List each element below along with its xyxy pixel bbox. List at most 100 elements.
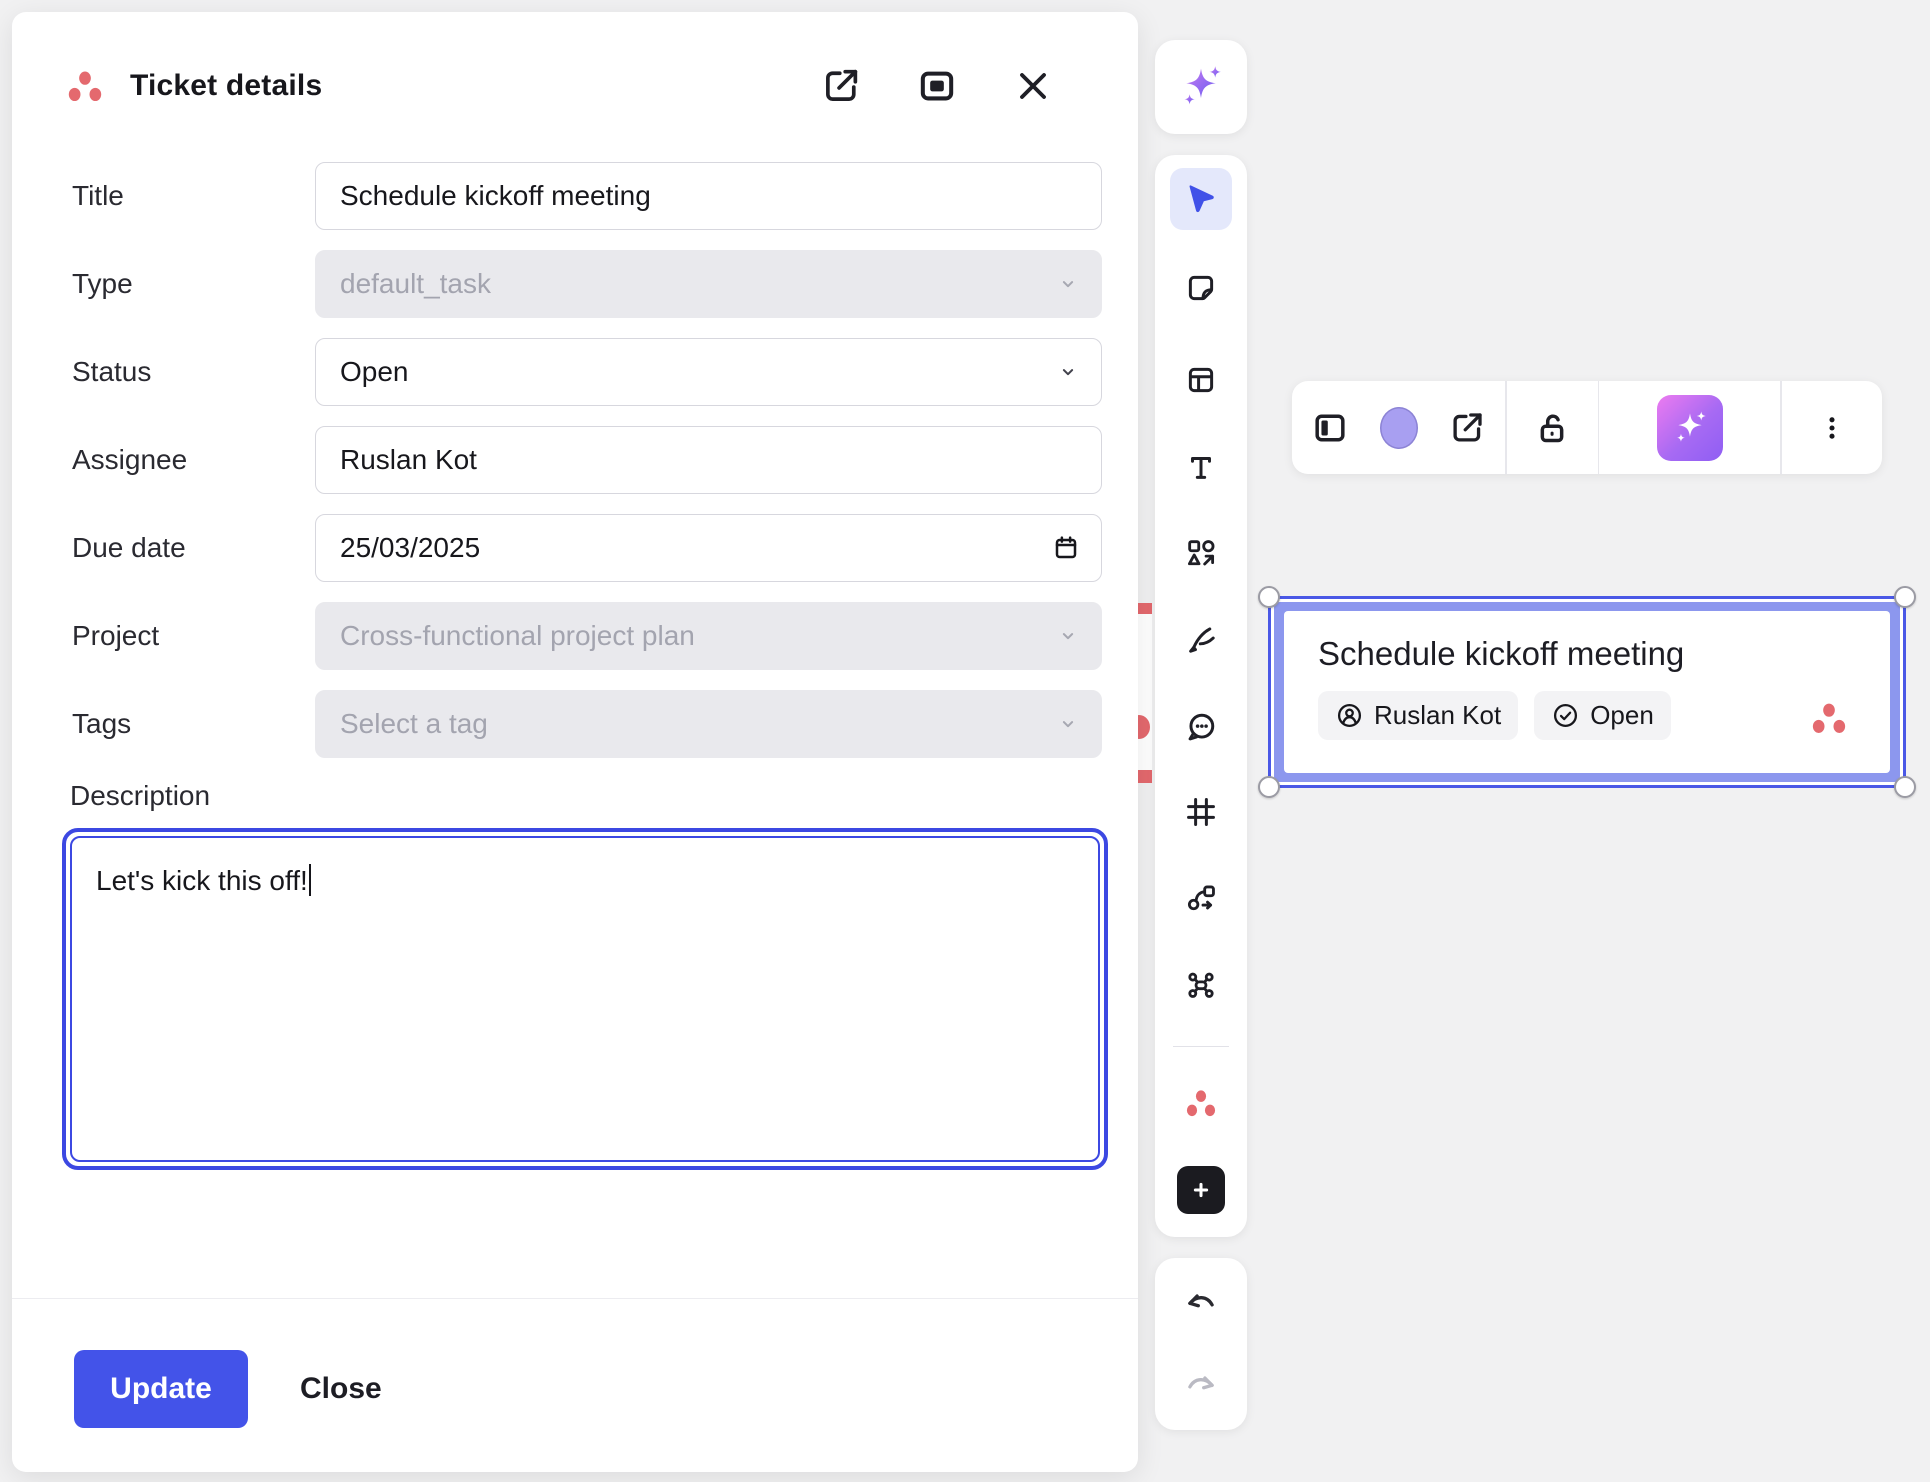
assignee-chip-label: Ruslan Kot	[1374, 700, 1501, 731]
selection-handle-bottom-right[interactable]	[1894, 776, 1916, 798]
open-external-button[interactable]	[820, 65, 862, 107]
undo-button[interactable]	[1170, 1274, 1232, 1336]
unlock-button[interactable]	[1522, 398, 1582, 458]
field-label: Status	[72, 356, 315, 388]
node-graph-icon	[1184, 968, 1218, 1002]
tool-text[interactable]	[1170, 437, 1232, 499]
form-row-due-date: Due date 25/03/2025	[72, 514, 1102, 582]
more-options-button[interactable]	[1802, 398, 1862, 458]
focus-square-icon	[916, 65, 958, 107]
external-link-icon	[1448, 409, 1486, 447]
field-label: Tags	[72, 708, 315, 740]
sticky-note-icon	[1184, 271, 1218, 305]
tool-sticky-note[interactable]	[1170, 257, 1232, 319]
add-plugin-button[interactable]	[1177, 1166, 1225, 1214]
focus-square-button[interactable]	[916, 65, 958, 107]
form-row-assignee: Assignee Ruslan Kot	[72, 426, 1102, 494]
tool-connector[interactable]	[1170, 867, 1232, 929]
asana-logo	[62, 64, 108, 108]
chip-row: Ruslan Kot Open	[1318, 691, 1856, 740]
footer-divider	[12, 1298, 1138, 1299]
panel-left-icon	[1311, 409, 1349, 447]
context-group-ai	[1599, 381, 1780, 474]
update-button[interactable]: Update	[74, 1350, 248, 1428]
tool-node-graph[interactable]	[1170, 954, 1232, 1016]
status-chip: Open	[1534, 691, 1671, 740]
title-value: Schedule kickoff meeting	[340, 180, 651, 212]
context-toolbar	[1292, 381, 1882, 474]
tool-layout-template[interactable]	[1170, 349, 1232, 411]
layout-template-icon	[1184, 363, 1218, 397]
check-circle-icon	[1551, 701, 1580, 730]
description-textarea[interactable]: Let's kick this off!	[70, 836, 1100, 1162]
ai-sparkles-button[interactable]	[1657, 395, 1723, 461]
card-title: Schedule kickoff meeting	[1318, 635, 1856, 673]
select-cursor-icon	[1184, 182, 1218, 216]
ticket-card[interactable]: Schedule kickoff meeting Ruslan Kot O	[1284, 611, 1890, 773]
selection-handle-bottom-left[interactable]	[1258, 776, 1280, 798]
calendar-icon[interactable]	[1051, 533, 1081, 563]
field-label: Type	[72, 268, 315, 300]
modal-title: Ticket details	[130, 69, 322, 103]
asana-tool-button[interactable]	[1170, 1072, 1232, 1134]
fill-color-button[interactable]	[1369, 398, 1429, 458]
tool-panel	[1155, 155, 1247, 1237]
redo-button[interactable]	[1170, 1356, 1232, 1418]
project-select: Cross-functional project plan	[315, 602, 1102, 670]
panel-left-button[interactable]	[1300, 398, 1360, 458]
undo-icon	[1183, 1287, 1219, 1323]
title-input[interactable]: Schedule kickoff meeting	[315, 162, 1102, 230]
modal-footer: Update Close	[74, 1350, 382, 1428]
description-focus-ring: Let's kick this off!	[62, 828, 1108, 1170]
form-row-tags: Tags Select a tag	[72, 690, 1102, 758]
assignee-input[interactable]: Ruslan Kot	[315, 426, 1102, 494]
assignee-chip: Ruslan Kot	[1318, 691, 1518, 740]
type-select: default_task	[315, 250, 1102, 318]
tags-value: Select a tag	[340, 708, 488, 740]
form-row-status: Status Open	[72, 338, 1102, 406]
tool-frame[interactable]	[1170, 781, 1232, 843]
asana-logo	[1181, 1084, 1221, 1122]
chevron-down-icon	[1055, 711, 1081, 737]
pen-icon	[1184, 623, 1218, 657]
form-row-type: Type default_task	[72, 250, 1102, 318]
unlock-icon	[1533, 409, 1571, 447]
plus-icon	[1188, 1177, 1214, 1203]
close-button[interactable]	[1012, 65, 1054, 107]
form-row-project: Project Cross-functional project plan	[72, 602, 1102, 670]
status-value: Open	[340, 356, 409, 388]
tool-select-cursor[interactable]	[1170, 168, 1232, 230]
context-group-more	[1782, 381, 1883, 474]
chevron-down-icon	[1055, 359, 1081, 385]
fill-color-swatch	[1380, 407, 1418, 449]
field-label: Title	[72, 180, 315, 212]
shapes-icon	[1184, 536, 1218, 570]
due-date-input[interactable]: 25/03/2025	[315, 514, 1102, 582]
field-label: Assignee	[72, 444, 315, 476]
selected-ticket-card[interactable]: Schedule kickoff meeting Ruslan Kot O	[1268, 596, 1906, 788]
context-group-shape	[1292, 381, 1505, 474]
project-value: Cross-functional project plan	[340, 620, 695, 652]
assignee-value: Ruslan Kot	[340, 444, 477, 476]
selection-handle-top-left[interactable]	[1258, 586, 1280, 608]
selection-handle-top-right[interactable]	[1894, 586, 1916, 608]
tool-shapes[interactable]	[1170, 522, 1232, 584]
field-label: Project	[72, 620, 315, 652]
close-text-button[interactable]: Close	[300, 1372, 382, 1406]
sparkles-icon	[1177, 63, 1225, 111]
field-label: Due date	[72, 532, 315, 564]
tags-select: Select a tag	[315, 690, 1102, 758]
context-group-lock	[1507, 381, 1598, 474]
ai-assistant-chip[interactable]	[1155, 40, 1247, 134]
chevron-down-icon	[1055, 623, 1081, 649]
open-external-button[interactable]	[1437, 398, 1497, 458]
description-value: Let's kick this off!	[96, 865, 308, 896]
tool-comment[interactable]	[1170, 696, 1232, 758]
person-icon	[1335, 701, 1364, 730]
status-chip-label: Open	[1590, 700, 1654, 731]
modal-header: Ticket details	[62, 58, 1098, 114]
asana-logo	[1806, 697, 1852, 739]
history-panel	[1155, 1258, 1247, 1430]
tool-pen[interactable]	[1170, 609, 1232, 671]
status-select[interactable]: Open	[315, 338, 1102, 406]
